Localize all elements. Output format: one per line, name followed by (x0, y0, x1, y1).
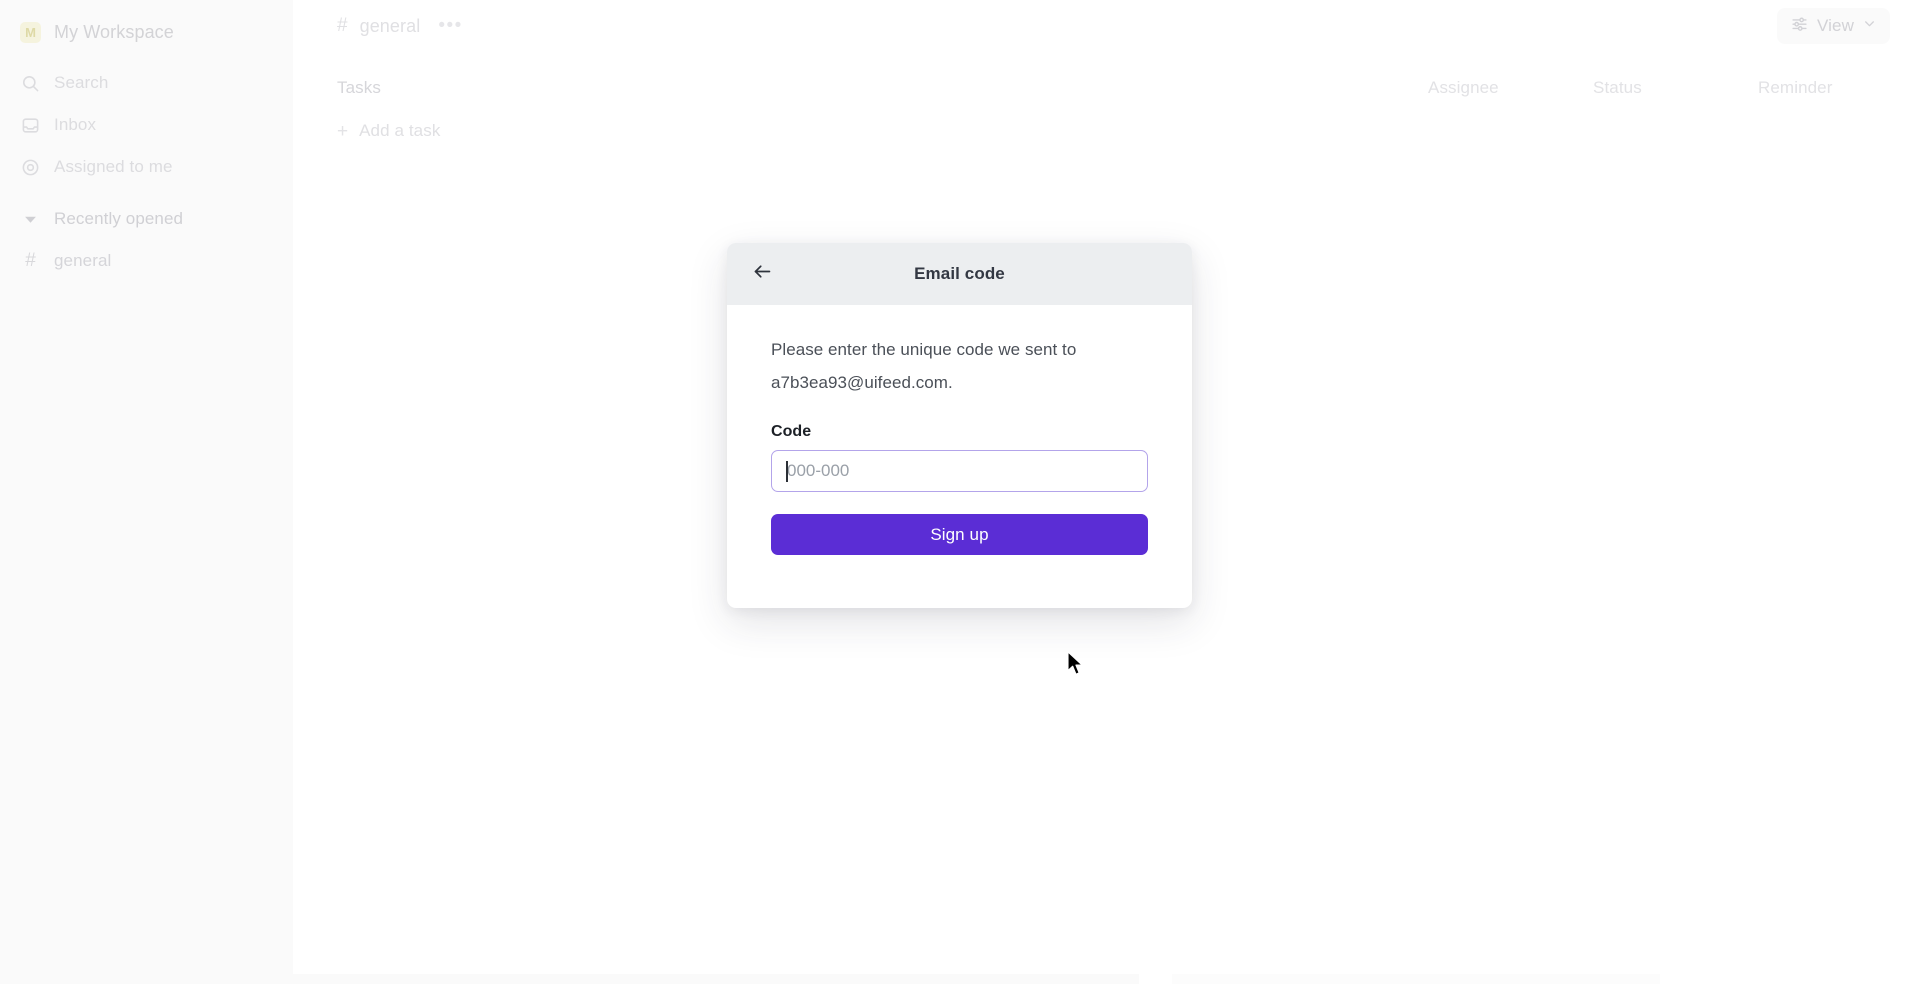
view-button[interactable]: View (1777, 8, 1890, 44)
footer-hint (293, 974, 1920, 984)
modal-header: Email code (727, 243, 1192, 305)
sidebar-item-label: Search (54, 73, 109, 92)
inbox-icon (20, 115, 41, 136)
task-list-header: Tasks Assignee Status Reminder (293, 66, 1920, 110)
search-icon (20, 73, 41, 94)
sign-up-button[interactable]: Sign up (771, 514, 1148, 555)
plus-icon: + (337, 120, 349, 142)
chevron-down-icon (1863, 17, 1876, 35)
tasks-section-title: Tasks (337, 78, 381, 97)
code-input[interactable] (771, 450, 1148, 492)
add-task-button[interactable]: + Add a task (293, 110, 1920, 152)
sliders-icon (1791, 15, 1808, 37)
workspace-switcher[interactable]: M My Workspace (0, 10, 293, 54)
column-header-assignee: Assignee (1428, 78, 1499, 97)
code-input-wrapper (771, 450, 1148, 492)
footer-hint-gap (1139, 974, 1172, 984)
footer-hint-segment (1171, 974, 1660, 984)
sidebar-section-label: Recently opened (54, 209, 184, 228)
modal-title: Email code (914, 264, 1005, 283)
target-icon (20, 157, 41, 178)
modal-body: Please enter the unique code we sent to … (727, 305, 1192, 555)
code-field-label: Code (771, 423, 812, 440)
column-headers: Assignee Status Reminder (1428, 66, 1878, 110)
column-header-reminder: Reminder (1758, 78, 1833, 97)
back-button[interactable] (747, 259, 777, 289)
column-header-status: Status (1593, 78, 1642, 97)
sidebar: M My Workspace Search Inbox Assigned to … (0, 0, 293, 984)
modal-description: Please enter the unique code we sent to … (771, 340, 1077, 392)
add-task-label: Add a task (359, 121, 441, 140)
sidebar-section-recently-opened[interactable]: Recently opened (0, 198, 293, 240)
hash-icon: # (25, 250, 36, 271)
sidebar-item-label: Assigned to me (54, 157, 173, 176)
top-bar: # general ••• View (293, 0, 1920, 52)
app-root: M My Workspace Search Inbox Assigned to … (0, 0, 1920, 984)
footer-hint-segment (293, 974, 1140, 984)
sidebar-item-general[interactable]: # general (0, 240, 293, 282)
view-button-label: View (1817, 16, 1854, 35)
breadcrumb[interactable]: # general (337, 15, 420, 37)
arrow-left-icon (752, 261, 773, 287)
workspace-name: My Workspace (54, 21, 174, 42)
workspace-avatar: M (20, 21, 41, 43)
sidebar-item-label: general (54, 251, 112, 270)
caret-down-icon (20, 209, 41, 230)
hash-icon: # (337, 15, 348, 36)
sidebar-item-label: Inbox (54, 115, 97, 134)
breadcrumb-channel-name: general (359, 15, 421, 36)
email-code-modal: Email code Please enter the unique code … (727, 243, 1192, 608)
sidebar-item-inbox[interactable]: Inbox (0, 104, 293, 146)
sidebar-item-search[interactable]: Search (0, 62, 293, 104)
channel-more-options-button[interactable]: ••• (438, 16, 462, 35)
sidebar-item-assigned-to-me[interactable]: Assigned to me (0, 146, 293, 188)
